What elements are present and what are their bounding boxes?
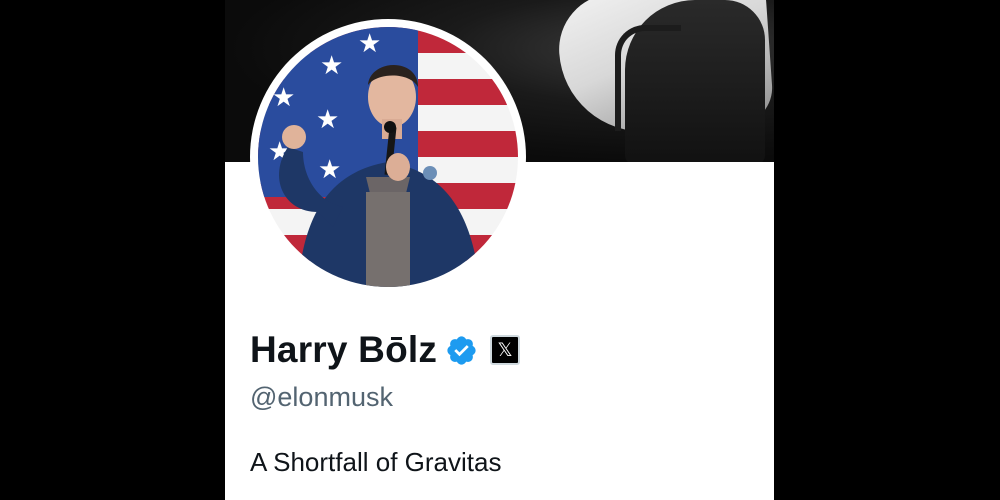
person-silhouette	[279, 65, 480, 287]
display-name: Harry Bōlz	[250, 329, 438, 370]
name-row: Harry Bōlz 𝕏	[250, 329, 521, 370]
banner-arm-shape	[615, 25, 681, 131]
x-logo-icon[interactable]: 𝕏	[490, 335, 521, 365]
profile-bio: A Shortfall of Gravitas	[250, 447, 502, 477]
avatar[interactable]: ★ ★ ★ ★ ★ ★ ★	[250, 19, 526, 295]
profile-handle: @elonmusk	[250, 382, 393, 412]
verified-badge-icon[interactable]	[445, 334, 478, 367]
avatar-photo: ★ ★ ★ ★ ★ ★ ★	[258, 27, 518, 287]
